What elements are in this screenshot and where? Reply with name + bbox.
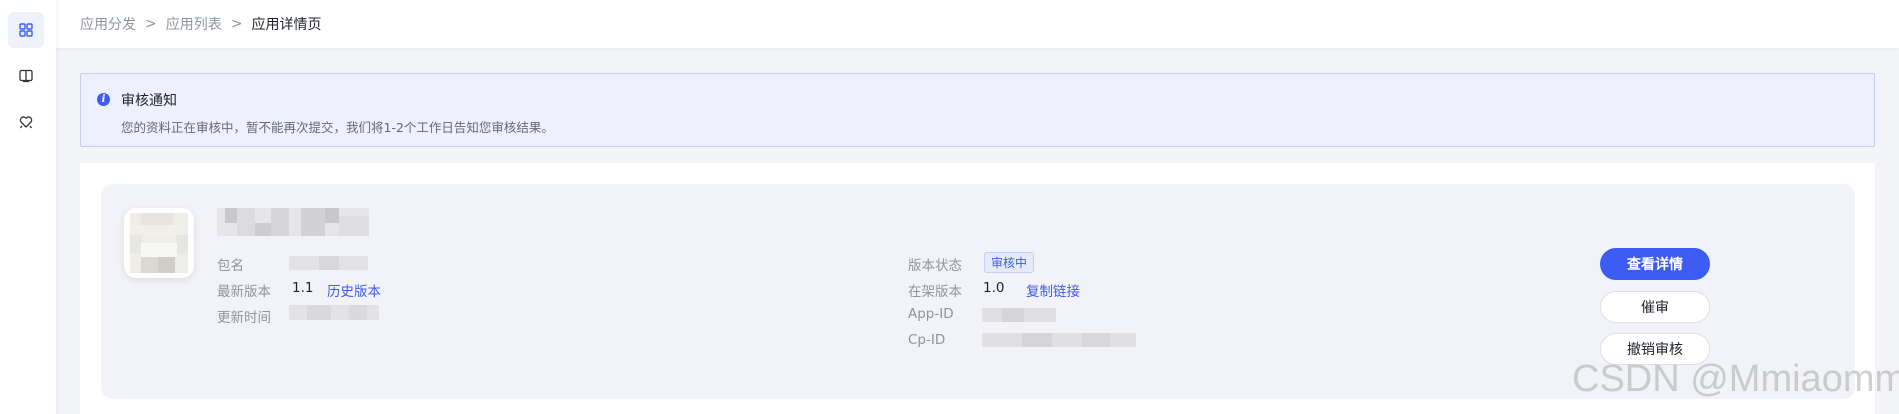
book-icon	[19, 69, 33, 83]
app-id-label: App-ID	[908, 306, 954, 322]
app-id-redacted	[982, 308, 1056, 322]
watermark: CSDN @Mmiaomm_	[1572, 358, 1899, 400]
breadcrumb-item-distribution[interactable]: 应用分发	[80, 14, 136, 34]
latest-version-label: 最新版本	[217, 284, 271, 300]
app-icon	[124, 208, 194, 278]
latest-version-value: 1.1	[292, 280, 314, 296]
sidebar-item-docs[interactable]	[8, 58, 44, 94]
package-name-redacted	[289, 256, 368, 270]
package-label: 包名	[217, 258, 244, 274]
breadcrumb-separator: >	[145, 16, 157, 32]
update-time-redacted	[289, 305, 379, 320]
history-version-link[interactable]: 历史版本	[327, 280, 381, 300]
urge-review-button[interactable]: 催审	[1600, 291, 1710, 323]
cp-id-redacted	[982, 333, 1136, 347]
notice-text: 您的资料正在审核中，暂不能再次提交，我们将1-2个工作日告知您审核结果。	[121, 120, 554, 135]
review-notice: i 审核通知 您的资料正在审核中，暂不能再次提交，我们将1-2个工作日告知您审核…	[80, 73, 1875, 147]
grid-icon	[19, 23, 33, 37]
breadcrumb: 应用分发 > 应用列表 > 应用详情页	[56, 0, 1899, 48]
breadcrumb-item-app-list[interactable]: 应用列表	[166, 14, 222, 34]
listed-version-label: 在架版本	[908, 284, 962, 300]
sidebar	[0, 0, 56, 414]
sidebar-item-apps[interactable]	[8, 12, 44, 48]
status-badge: 审核中	[984, 252, 1035, 273]
cp-id-label: Cp-ID	[908, 332, 946, 348]
listed-version-value: 1.0	[983, 280, 1005, 296]
heart-badge-icon	[19, 116, 33, 129]
notice-title: 审核通知	[121, 93, 177, 109]
breadcrumb-separator: >	[230, 16, 243, 32]
info-icon: i	[97, 93, 110, 106]
view-details-button[interactable]: 查看详情	[1600, 248, 1710, 280]
version-status-label: 版本状态	[908, 258, 962, 274]
copy-link[interactable]: 复制链接	[1026, 280, 1080, 300]
app-name-redacted	[217, 208, 369, 236]
breadcrumb-item-current: 应用详情页	[251, 17, 322, 33]
update-time-label: 更新时间	[217, 310, 271, 326]
sidebar-item-favorites[interactable]	[8, 104, 44, 140]
